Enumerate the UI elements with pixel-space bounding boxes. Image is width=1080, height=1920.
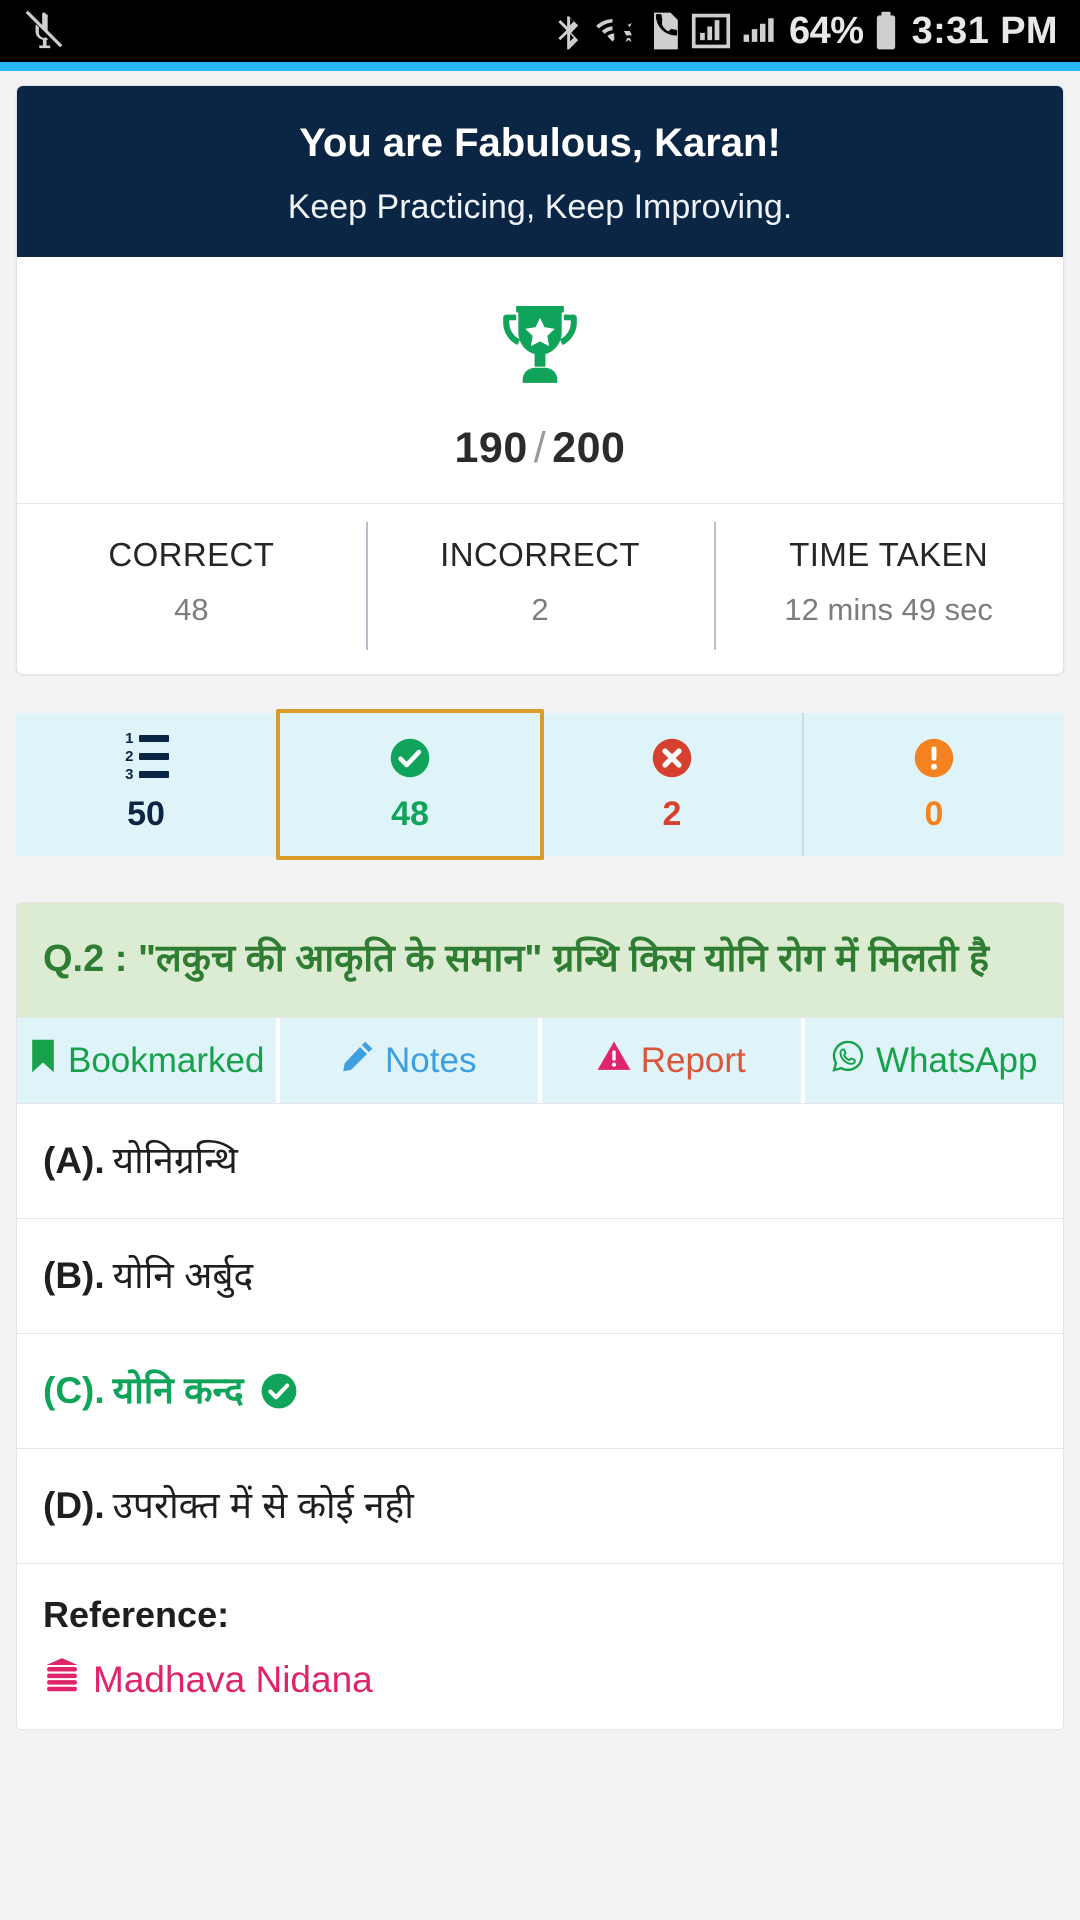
- reference-item[interactable]: Madhava Nidana: [43, 1656, 1037, 1703]
- option-c-key: (C).: [43, 1370, 105, 1412]
- filter-tab-unattempted-count: 0: [924, 795, 944, 834]
- bookmark-button[interactable]: Bookmarked: [17, 1018, 280, 1104]
- whatsapp-button[interactable]: WhatsApp: [804, 1018, 1063, 1104]
- result-summary-card: You are Fabulous, Karan! Keep Practicing…: [16, 85, 1064, 676]
- exclamation-circle-icon: [808, 733, 1060, 783]
- option-a-key: (A).: [43, 1140, 105, 1182]
- filter-tab-unattempted[interactable]: 0: [804, 713, 1064, 857]
- question-action-bar: Bookmarked Notes Report WhatsApp: [17, 1017, 1063, 1104]
- option-c[interactable]: (C). योनि कन्द: [17, 1333, 1063, 1449]
- numbered-list-icon: 1 2 3: [20, 731, 272, 783]
- page-body: You are Fabulous, Karan! Keep Practicing…: [0, 85, 1080, 1731]
- report-button[interactable]: Report: [542, 1018, 805, 1104]
- stats-row: CORRECT 48 INCORRECT 2 TIME TAKEN 12 min…: [17, 504, 1063, 674]
- signal-bars-icon: [691, 9, 731, 53]
- filter-tab-correct[interactable]: 48: [276, 709, 544, 861]
- option-a[interactable]: (A). योनिग्रन्थि: [17, 1103, 1063, 1219]
- question-text: Q.2 : "लकुच की आकृति के समान" ग्रन्थि कि…: [17, 903, 1063, 1018]
- trophy-star-icon: [27, 293, 1053, 402]
- stat-time-taken-value: 12 mins 49 sec: [784, 592, 993, 628]
- reference-section: Reference: Madhava Nidana: [17, 1563, 1063, 1730]
- stat-incorrect: INCORRECT 2: [365, 522, 715, 651]
- stat-correct: CORRECT 48: [17, 536, 366, 628]
- score-total: 200: [552, 424, 626, 473]
- status-right-icons: 64% 3:31 PM: [554, 9, 1058, 53]
- score-zone: 190/200: [17, 257, 1063, 505]
- cross-circle-icon: [546, 733, 798, 783]
- mute-icon: [22, 7, 66, 56]
- whatsapp-label: WhatsApp: [876, 1040, 1038, 1080]
- stat-time-taken-label: TIME TAKEN: [789, 536, 989, 574]
- stat-time-taken: TIME TAKEN 12 mins 49 sec: [714, 522, 1063, 651]
- filter-tab-all-count: 50: [127, 795, 165, 834]
- summary-banner: You are Fabulous, Karan! Keep Practicing…: [17, 86, 1063, 258]
- notes-label: Notes: [385, 1040, 477, 1080]
- sim-call-icon: [648, 9, 682, 53]
- option-b-key: (B).: [43, 1255, 105, 1297]
- stat-correct-label: CORRECT: [108, 536, 275, 574]
- filter-tabs: 1 2 3 50 48 2 0: [16, 709, 1064, 861]
- filter-tab-incorrect[interactable]: 2: [542, 713, 804, 857]
- stat-incorrect-value: 2: [531, 592, 549, 628]
- book-stack-icon: [43, 1656, 81, 1703]
- wifi-icon: [593, 9, 639, 53]
- summary-headline: You are Fabulous, Karan!: [299, 121, 781, 165]
- reference-name: Madhava Nidana: [93, 1658, 373, 1700]
- filter-tab-all[interactable]: 1 2 3 50: [16, 713, 278, 857]
- filter-tab-correct-count: 48: [391, 795, 429, 834]
- reference-title: Reference:: [43, 1594, 230, 1636]
- notes-button[interactable]: Notes: [279, 1018, 542, 1104]
- report-label: Report: [640, 1040, 746, 1080]
- option-a-text: योनिग्रन्थि: [112, 1140, 238, 1182]
- correct-answer-check-icon: [260, 1372, 298, 1410]
- score-line: 190/200: [27, 424, 1053, 473]
- bluetooth-icon: [554, 9, 584, 53]
- accent-bar: [0, 62, 1080, 71]
- bookmark-icon: [28, 1038, 58, 1083]
- pencil-icon: [341, 1039, 375, 1082]
- score-separator: /: [533, 424, 547, 473]
- whatsapp-icon: [830, 1038, 866, 1083]
- option-c-text: योनि कन्द: [112, 1370, 244, 1412]
- score-obtained: 190: [454, 424, 528, 473]
- stat-incorrect-label: INCORRECT: [440, 536, 640, 574]
- option-b-text: योनि अर्बुद: [112, 1255, 254, 1297]
- signal-bars-2-icon: [740, 9, 780, 53]
- filter-tab-incorrect-count: 2: [662, 795, 682, 834]
- status-bar: 64% 3:31 PM: [0, 0, 1080, 62]
- check-circle-icon: [284, 733, 536, 783]
- option-d[interactable]: (D). उपरोक्त में से कोई नही: [17, 1448, 1063, 1564]
- question-card: Q.2 : "लकुच की आकृति के समान" ग्रन्थि कि…: [16, 902, 1064, 1731]
- stat-correct-value: 48: [174, 592, 209, 628]
- battery-icon: [873, 9, 899, 53]
- summary-subline: Keep Practicing, Keep Improving.: [287, 188, 793, 226]
- option-b[interactable]: (B). योनि अर्बुद: [17, 1218, 1063, 1334]
- battery-percent: 64%: [789, 9, 864, 52]
- bookmark-label: Bookmarked: [68, 1040, 265, 1080]
- status-clock: 3:31 PM: [911, 9, 1058, 52]
- option-d-key: (D).: [43, 1485, 105, 1527]
- option-d-text: उपरोक्त में से कोई नही: [112, 1485, 414, 1527]
- warning-triangle-icon: [597, 1039, 631, 1082]
- status-left-icons: [22, 7, 66, 56]
